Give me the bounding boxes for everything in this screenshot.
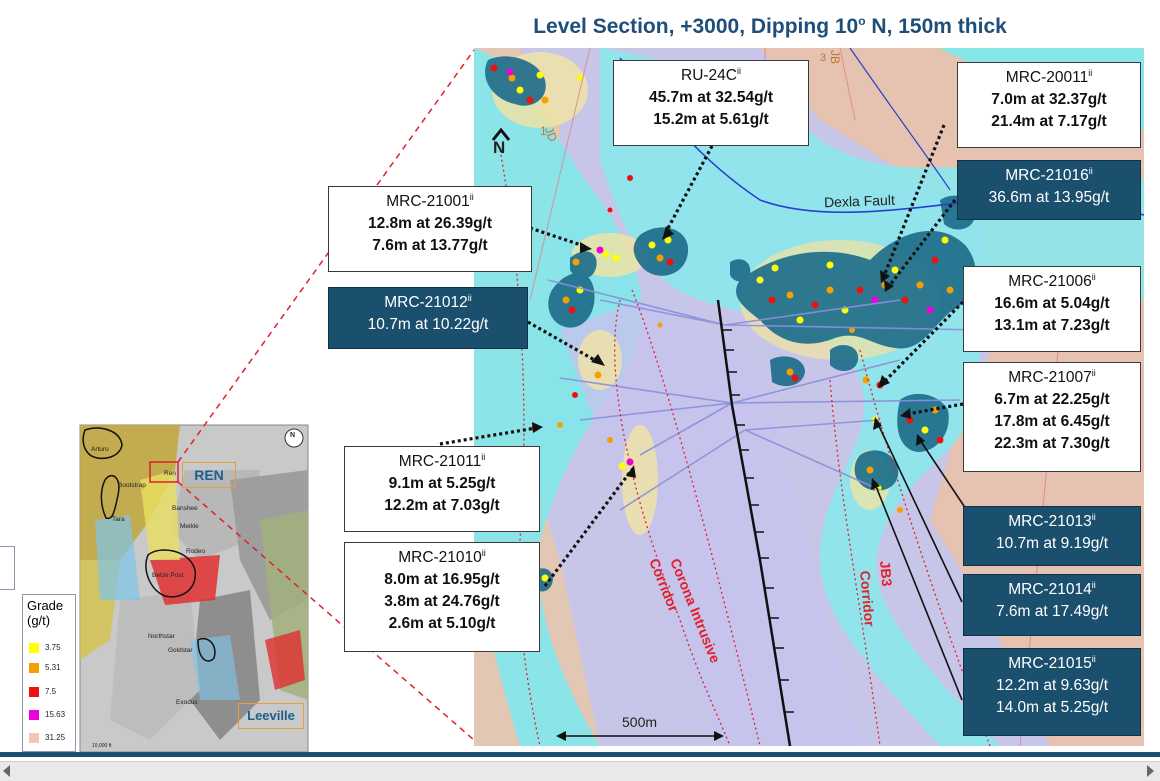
grade-legend: Grade (g/t) 3.75 5.31 7.5 15.63 31.25: [22, 594, 76, 752]
inset-label-goldstar: Goldstar: [168, 647, 193, 654]
leeville-label: Leeville: [238, 703, 304, 729]
horizontal-scrollbar[interactable]: [0, 761, 1160, 781]
inset-label-northstar: Northstar: [148, 633, 175, 640]
inset-label-betze-post: Betze Post: [152, 572, 184, 579]
jd-number: 1: [540, 124, 547, 138]
jb-number: 3: [820, 52, 827, 64]
inset-label-bootstrap: Bootstrap: [118, 482, 146, 489]
callout-mrc-21007: MRC-21007ii 6.7m at 22.25g/t 17.8m at 6.…: [963, 362, 1141, 472]
scroll-right-arrow-icon[interactable]: [1147, 765, 1154, 777]
north-label: N: [493, 138, 506, 157]
inset-label-rodeo: Rodeo: [186, 548, 206, 555]
legend-item: 31.25: [29, 733, 65, 743]
callout-mrc-21013: MRC-21013ii 10.7m at 9.19g/t: [963, 506, 1141, 566]
scale-label: 500m: [622, 714, 658, 730]
callout-mrc-21006: MRC-21006ii 16.6m at 5.04g/t 13.1m at 7.…: [963, 266, 1141, 352]
callout-mrc-21011: MRC-21011ii 9.1m at 5.25g/t 12.2m at 7.0…: [344, 446, 540, 532]
inset-label-exodus: Exodus: [176, 699, 198, 706]
inset-label-arturo: Arturo: [91, 446, 109, 453]
legend-item: 5.31: [29, 663, 61, 673]
callout-mrc-21015: MRC-21015ii 12.2m at 9.63g/t 14.0m at 5.…: [963, 648, 1141, 736]
ren-label: REN: [182, 462, 236, 488]
inset-label-ren: Ren: [164, 470, 176, 477]
callout-mrc-21001: MRC-21001ii 12.8m at 26.39g/t 7.6m at 13…: [328, 186, 532, 272]
inset-scale: 10,000 ft: [92, 743, 112, 749]
callout-mrc-21012: MRC-21012ii 10.7m at 10.22g/t: [328, 287, 528, 349]
legend-title: Grade (g/t): [27, 598, 64, 628]
inset-label-tara: Tara: [112, 516, 125, 523]
legend-item: 15.63: [29, 710, 65, 720]
left-panel-stub: [0, 546, 15, 590]
legend-item: 7.5: [29, 687, 56, 697]
scroll-left-arrow-icon[interactable]: [3, 765, 10, 777]
jb-label: JB: [828, 50, 842, 65]
footer-rule: [0, 752, 1160, 757]
inset-label-banshee: Banshee: [172, 505, 198, 512]
callout-mrc-21014: MRC-21014ii 7.6m at 17.49g/t: [963, 574, 1141, 636]
callout-ru-24c: RU-24Cii 45.7m at 32.54g/t 15.2m at 5.61…: [613, 60, 809, 146]
inset-label-meikle: Meikle: [180, 523, 199, 530]
jb3-label-1: JB3: [877, 560, 896, 587]
inset-north-icon: N: [290, 432, 296, 439]
dexla-fault-label: Dexla Fault: [823, 191, 896, 211]
callout-mrc-21016: MRC-21016ii 36.6m at 13.95g/t: [957, 160, 1141, 220]
callout-mrc-20011: MRC-20011ii 7.0m at 32.37g/t 21.4m at 7.…: [957, 62, 1141, 148]
callout-mrc-21010: MRC-21010ii 8.0m at 16.95g/t 3.8m at 24.…: [344, 542, 540, 652]
legend-item: 3.75: [29, 643, 61, 653]
